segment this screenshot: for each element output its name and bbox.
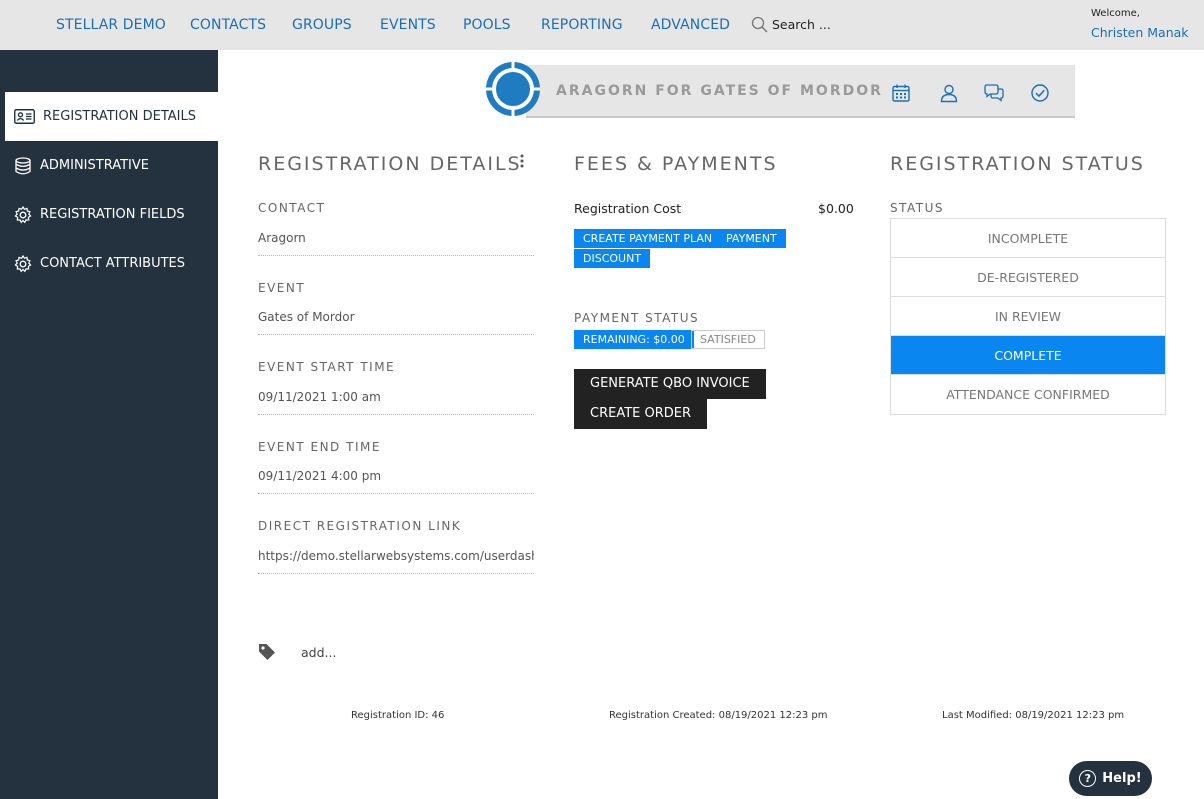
nav-groups[interactable]: GROUPS xyxy=(292,17,352,33)
payment-status-label: PAYMENT STATUS xyxy=(574,311,700,325)
top-navbar: STELLAR DEMO CONTACTS GROUPS EVENTS POOL… xyxy=(0,0,1204,50)
remaining-badge: REMAINING: $0.00 xyxy=(574,330,694,349)
contact-label: CONTACT xyxy=(258,201,326,215)
search-icon xyxy=(751,16,768,33)
stellar-logo xyxy=(486,62,540,116)
sidebar-item-label: REGISTRATION FIELDS xyxy=(40,207,185,222)
event-value: Gates of Mordor xyxy=(258,310,534,335)
sidebar-item-label: REGISTRATION DETAILS xyxy=(43,109,196,124)
generate-qbo-invoice-button[interactable]: GENERATE QBO INVOICE xyxy=(574,369,766,399)
sidebar-item-contact-attributes[interactable]: CONTACT ATTRIBUTES xyxy=(0,239,218,288)
registration-header-banner: ARAGORN FOR GATES OF MORDOR xyxy=(526,65,1075,118)
registration-title: ARAGORN FOR GATES OF MORDOR xyxy=(556,83,883,99)
sidebar-item-label: CONTACT ATTRIBUTES xyxy=(40,256,186,271)
registration-details-heading: REGISTRATION DETAILS xyxy=(258,153,522,175)
payment-button[interactable]: PAYMENT xyxy=(717,229,786,248)
user-icon[interactable] xyxy=(938,82,960,104)
registration-link-label: DIRECT REGISTRATION LINK xyxy=(258,519,462,533)
nav-pools[interactable]: POOLS xyxy=(463,17,511,33)
nav-stellar-demo[interactable]: STELLAR DEMO xyxy=(56,17,166,33)
tag-icon xyxy=(259,644,275,660)
sidebar-item-registration-fields[interactable]: REGISTRATION FIELDS xyxy=(0,190,218,239)
event-end-value: 09/11/2021 4:00 pm xyxy=(258,469,534,494)
more-options-icon[interactable] xyxy=(518,154,526,168)
sidebar: REGISTRATION DETAILS ADMINISTRATIVE REGI… xyxy=(0,50,218,799)
sidebar-item-registration-details[interactable]: REGISTRATION DETAILS xyxy=(5,92,218,141)
database-icon xyxy=(15,156,31,174)
status-option-attendance-confirmed[interactable]: ATTENDANCE CONFIRMED xyxy=(891,375,1165,414)
satisfied-badge: SATISFIED xyxy=(691,330,765,349)
event-label: EVENT xyxy=(258,281,306,295)
discount-button[interactable]: DISCOUNT xyxy=(574,249,651,268)
nav-events[interactable]: EVENTS xyxy=(380,17,436,33)
registration-cost-label: Registration Cost xyxy=(574,201,682,216)
user-name-link[interactable]: Christen Manak xyxy=(1091,25,1189,40)
tag-add-input[interactable]: add... xyxy=(301,645,336,660)
status-label: STATUS xyxy=(890,201,945,215)
search-box xyxy=(751,16,892,33)
registration-id: Registration ID: 46 xyxy=(351,710,445,721)
check-circle-icon[interactable] xyxy=(1029,82,1051,104)
create-payment-plan-button[interactable]: CREATE PAYMENT PLAN xyxy=(574,229,722,248)
help-icon: ? xyxy=(1079,770,1097,787)
registration-link-value[interactable]: https://demo.stellarwebsystems.com/userd… xyxy=(258,549,534,574)
gear-icon xyxy=(14,254,32,272)
sidebar-item-administrative[interactable]: ADMINISTRATIVE xyxy=(0,141,218,190)
chat-icon[interactable] xyxy=(983,82,1005,104)
status-option-in-review[interactable]: IN REVIEW xyxy=(891,297,1165,336)
status-option-incomplete[interactable]: INCOMPLETE xyxy=(891,219,1165,258)
nav-advanced[interactable]: ADVANCED xyxy=(651,17,730,33)
gear-icon xyxy=(14,205,32,223)
event-start-value: 09/11/2021 1:00 am xyxy=(258,390,534,415)
help-label: Help! xyxy=(1102,771,1142,786)
welcome-text: Welcome, xyxy=(1091,8,1140,19)
fees-payments-heading: FEES & PAYMENTS xyxy=(574,153,778,175)
status-option-de-registered[interactable]: DE-REGISTERED xyxy=(891,258,1165,297)
event-start-label: EVENT START TIME xyxy=(258,360,396,374)
status-option-list: INCOMPLETE DE-REGISTERED IN REVIEW COMPL… xyxy=(890,218,1166,415)
event-end-label: EVENT END TIME xyxy=(258,440,381,454)
registration-status-heading: REGISTRATION STATUS xyxy=(890,153,1145,175)
create-order-button[interactable]: CREATE ORDER xyxy=(574,399,708,429)
last-modified: Last Modified: 08/19/2021 12:23 pm xyxy=(942,710,1125,721)
status-option-complete[interactable]: COMPLETE xyxy=(891,336,1165,375)
registration-created: Registration Created: 08/19/2021 12:23 p… xyxy=(609,710,828,721)
registration-cost-value: $0.00 xyxy=(818,201,854,216)
help-button[interactable]: ? Help! xyxy=(1069,761,1152,796)
contact-card-icon xyxy=(14,109,35,124)
sidebar-item-label: ADMINISTRATIVE xyxy=(40,158,149,173)
search-input[interactable] xyxy=(772,17,892,32)
contact-value: Aragorn xyxy=(258,231,534,256)
nav-contacts[interactable]: CONTACTS xyxy=(190,17,266,33)
calendar-icon[interactable] xyxy=(890,82,912,104)
nav-reporting[interactable]: REPORTING xyxy=(541,17,623,33)
